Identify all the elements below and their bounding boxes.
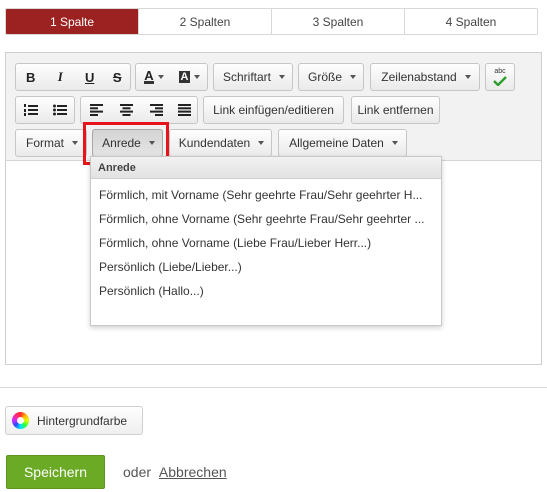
chevron-down-icon [464,75,471,79]
menu-item-formal-dear[interactable]: Förmlich, ohne Vorname (Liebe Frau/Liebe… [91,230,434,254]
align-justify-icon [177,104,191,116]
tab-1-column[interactable]: 1 Spalte [6,9,138,34]
align-left-button[interactable] [81,97,111,123]
background-color-label: Hintergrundfarbe [37,413,128,428]
font-color-icon: A [144,68,154,84]
tab-2-columns[interactable]: 2 Spalten [138,9,271,34]
column-tabs: 1 Spalte 2 Spalten 3 Spalten 4 Spalten [5,8,538,35]
remove-link-button[interactable]: Link entfernen [351,96,440,124]
insert-link-button[interactable]: Link einfügen/editieren [203,96,344,124]
underline-button[interactable]: U [75,64,104,90]
menu-header: Anrede [91,157,441,179]
salutation-menu: Anrede Förmlich, mit Vorname (Sehr geehr… [90,156,442,326]
customer-data-label: Kundendaten [178,136,251,150]
general-data-label: Allgemeine Daten [289,136,384,150]
align-justify-button[interactable] [171,97,197,123]
chevron-down-icon [258,141,265,145]
or-label: oder [123,464,152,480]
list-group [15,96,75,124]
strikethrough-button[interactable]: S [104,64,130,90]
menu-item-personal-hello[interactable]: Persönlich (Hallo...) [91,278,434,302]
chevron-down-icon [350,75,357,79]
customer-data-dropdown[interactable]: Kundendaten [169,129,272,157]
line-height-label: Zeilenabstand [381,70,457,84]
align-group [80,96,198,124]
unordered-list-icon [52,104,67,116]
chevron-down-icon [72,141,79,145]
align-center-icon [119,104,133,116]
chevron-down-icon [157,75,164,79]
color-group: A A [135,63,208,91]
format-dropdown[interactable]: Format [15,129,87,157]
divider [0,387,547,388]
ordered-list-button[interactable] [16,97,45,123]
text-style-group: B I U S [15,63,131,91]
align-right-button[interactable] [141,97,171,123]
bold-button[interactable]: B [16,64,45,90]
line-height-dropdown[interactable]: Zeilenabstand [370,63,480,91]
italic-button[interactable]: I [45,64,74,90]
format-label: Format [26,136,65,150]
cancel-link[interactable]: Abbrechen [159,464,227,480]
color-wheel-icon [12,412,29,429]
font-size-dropdown[interactable]: Größe [298,63,364,91]
align-right-icon [149,104,163,116]
save-button[interactable]: Speichern [6,455,105,489]
background-color-button[interactable]: A [172,64,207,90]
chevron-down-icon [194,75,201,79]
chevron-down-icon [279,75,286,79]
tab-4-columns[interactable]: 4 Spalten [404,9,537,34]
tab-3-columns[interactable]: 3 Spalten [271,9,404,34]
menu-item-formal-first-name[interactable]: Förmlich, mit Vorname (Sehr geehrte Frau… [91,182,434,206]
chevron-down-icon [391,141,398,145]
ordered-list-icon [23,104,38,116]
menu-item-formal-no-first-name[interactable]: Förmlich, ohne Vorname (Sehr geehrte Fra… [91,206,434,230]
font-size-label: Größe [308,70,343,84]
general-data-dropdown[interactable]: Allgemeine Daten [278,129,407,157]
cancel-text: oder Abbrechen [123,464,227,480]
align-center-button[interactable] [111,97,141,123]
spellcheck-icon: abc [493,68,507,86]
background-color-icon: A [178,71,191,83]
unordered-list-button[interactable] [45,97,74,123]
background-color-picker-button[interactable]: Hintergrundfarbe [5,406,143,435]
font-color-button[interactable]: A [136,64,172,90]
menu-item-personal-dear[interactable]: Persönlich (Liebe/Lieber...) [91,254,434,278]
font-family-label: Schriftart [223,70,272,84]
font-family-dropdown[interactable]: Schriftart [213,63,293,91]
align-left-icon [89,104,103,116]
spellcheck-button[interactable]: abc [485,63,515,91]
